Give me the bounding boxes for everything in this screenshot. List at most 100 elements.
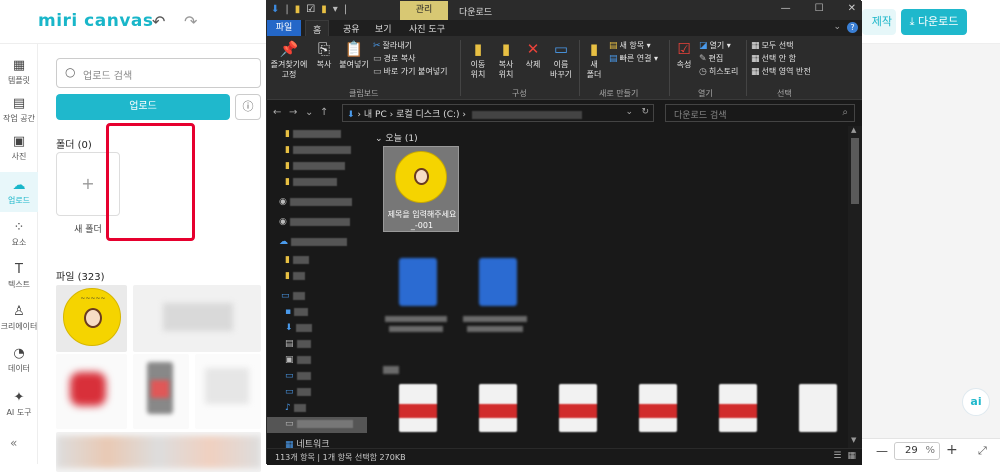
rail-item-workspace[interactable]: ▤ 작업 공간 bbox=[0, 92, 38, 128]
delete-button[interactable]: ✕ 삭제 bbox=[521, 40, 545, 70]
nav-item[interactable]: ▤ bbox=[285, 339, 311, 349]
file-icon[interactable] bbox=[639, 384, 677, 432]
close-icon[interactable]: ✕ bbox=[848, 3, 856, 14]
nav-item[interactable]: ▮ bbox=[285, 129, 341, 139]
history-button[interactable]: ◷ 히스토리 bbox=[699, 66, 738, 78]
explorer-search-input[interactable]: 다운로드 검색 ⌕ bbox=[665, 104, 855, 122]
folder-icon[interactable]: ▮ bbox=[295, 4, 301, 15]
open-button[interactable]: ◪ 열기 ▾ bbox=[699, 40, 731, 52]
file-icon[interactable] bbox=[559, 384, 597, 432]
select-all-button[interactable]: ▦ 모두 선택 bbox=[751, 40, 794, 52]
save-icon[interactable]: ⬇ bbox=[271, 4, 279, 15]
file-icon[interactable] bbox=[479, 258, 517, 306]
make-button[interactable]: 제작 bbox=[862, 9, 896, 35]
tab-picture-tools[interactable]: 사진 도구 bbox=[409, 22, 445, 35]
breadcrumb-root[interactable]: 내 PC bbox=[364, 110, 387, 120]
recent-dropdown-icon[interactable]: ⌄ bbox=[305, 107, 313, 118]
nav-item[interactable]: ▮ bbox=[285, 161, 345, 171]
upload-search-input[interactable]: ○ 업로드 검색 bbox=[56, 58, 261, 88]
address-dropdown-icon[interactable]: ⌄ bbox=[625, 107, 633, 117]
file-icon[interactable] bbox=[719, 384, 757, 432]
file-icon[interactable] bbox=[479, 384, 517, 432]
rename-button[interactable]: ▭ 이름 바꾸기 bbox=[547, 40, 575, 80]
redo-icon[interactable]: ↷ bbox=[184, 12, 197, 31]
tab-file[interactable]: 파일 bbox=[267, 20, 301, 36]
group-header-today[interactable]: ⌄ 오늘 (1) bbox=[375, 131, 418, 144]
tab-share[interactable]: 공유 bbox=[343, 22, 360, 35]
forward-icon[interactable]: → bbox=[289, 107, 297, 118]
copy-path-button[interactable]: ▭ 경로 복사 bbox=[373, 53, 416, 65]
paste-button[interactable]: 📋 붙여넣기 bbox=[337, 40, 371, 70]
rail-item-creator[interactable]: ♙ 크리에이터 bbox=[0, 300, 38, 336]
info-icon[interactable]: ⓘ bbox=[235, 94, 261, 120]
address-bar[interactable]: ⬇ › 내 PC › 로컬 디스크 (C:) › ⌄ ↻ bbox=[342, 104, 654, 122]
dropdown-icon[interactable]: ▾ bbox=[333, 4, 338, 15]
rail-item-elements[interactable]: ⁘ 요소 bbox=[0, 216, 38, 252]
nav-item[interactable]: ▮ bbox=[285, 177, 337, 187]
file-tile-blurred[interactable] bbox=[56, 354, 127, 429]
nav-item[interactable]: ▭ bbox=[285, 419, 353, 429]
properties-button[interactable]: ☑ 속성 bbox=[673, 40, 695, 70]
miri-canvas-logo[interactable]: miri canvas bbox=[38, 11, 154, 31]
nav-item[interactable]: ▮ bbox=[285, 271, 305, 281]
nav-item[interactable]: ◉ bbox=[279, 197, 352, 207]
undo-icon[interactable]: ↶ bbox=[152, 12, 165, 31]
nav-item[interactable]: ▭ bbox=[285, 387, 311, 397]
zoom-out-icon[interactable]: — bbox=[876, 444, 888, 458]
breadcrumb-drive[interactable]: 로컬 디스크 (C:) bbox=[396, 110, 459, 120]
move-to-button[interactable]: ▮ 이동 위치 bbox=[465, 40, 491, 80]
new-item-button[interactable]: ▤ 새 항목 ▾ bbox=[609, 40, 651, 52]
tab-home[interactable]: 홈 bbox=[305, 20, 330, 37]
scroll-up-icon[interactable]: ▲ bbox=[851, 126, 856, 134]
cut-button[interactable]: ✂ 잘라내기 bbox=[373, 40, 412, 52]
nav-item[interactable]: ▭ bbox=[285, 371, 311, 381]
maximize-icon[interactable]: ☐ bbox=[815, 3, 824, 14]
scroll-down-icon[interactable]: ▼ bbox=[851, 436, 856, 444]
copy-to-button[interactable]: ▮ 복사 위치 bbox=[493, 40, 519, 80]
file-icon[interactable] bbox=[399, 258, 437, 306]
this-pc-item[interactable]: ▭ bbox=[281, 291, 305, 301]
file-tile-blurred[interactable] bbox=[133, 354, 189, 429]
pin-quick-access-button[interactable]: 📌 즐겨찾기에 고정 bbox=[269, 40, 309, 80]
file-icon[interactable] bbox=[799, 384, 837, 432]
upload-button[interactable]: 업로드 bbox=[56, 94, 230, 120]
fullscreen-icon[interactable]: ⤢ bbox=[978, 444, 987, 458]
rail-item-text[interactable]: T 텍스트 bbox=[0, 258, 38, 294]
rail-item-ai-tools[interactable]: ✦ AI 도구 bbox=[0, 386, 38, 422]
checkbox-icon[interactable]: ☑ bbox=[306, 4, 315, 15]
paste-shortcut-button[interactable]: ▭ 바로 가기 붙여넣기 bbox=[373, 66, 447, 78]
details-view-icon[interactable]: ☰ bbox=[833, 451, 841, 461]
rail-item-photos[interactable]: ▣ 사진 bbox=[0, 130, 38, 166]
download-button[interactable]: ⤓ 다운로드 bbox=[901, 9, 967, 35]
new-folder-button[interactable]: ▮ 새 폴더 bbox=[583, 40, 605, 80]
rail-item-data[interactable]: ◔ 데이터 bbox=[0, 342, 38, 378]
nav-item[interactable]: ▮ bbox=[285, 255, 309, 265]
select-none-button[interactable]: ▦ 선택 안 함 bbox=[751, 53, 796, 65]
easy-access-button[interactable]: ▤ 빠른 연결 ▾ bbox=[609, 53, 658, 65]
file-tile-blurred[interactable] bbox=[195, 354, 261, 429]
edit-button[interactable]: ✎ 편집 bbox=[699, 53, 723, 65]
rail-item-upload[interactable]: ☁ 업로드 bbox=[0, 172, 38, 212]
refresh-icon[interactable]: ↻ bbox=[641, 107, 649, 117]
nav-item[interactable]: ♪ bbox=[285, 403, 306, 413]
vertical-scrollbar[interactable]: ▲ ▼ bbox=[848, 126, 862, 448]
new-folder-icon[interactable]: ▮ bbox=[321, 4, 327, 15]
zoom-in-icon[interactable]: + bbox=[946, 442, 958, 458]
onedrive-item[interactable]: ☁ bbox=[279, 237, 347, 247]
large-icons-view-icon[interactable]: ▦ bbox=[847, 451, 856, 461]
up-icon[interactable]: ↑ bbox=[320, 107, 328, 118]
rail-item-templates[interactable]: ▦ 템플릿 bbox=[0, 52, 38, 92]
chevron-down-icon[interactable]: ⌄ bbox=[833, 22, 841, 33]
scroll-thumb[interactable] bbox=[851, 138, 859, 204]
file-tile-badge[interactable]: ~~~~~ bbox=[56, 285, 127, 352]
copy-button[interactable]: ⎘ 복사 bbox=[313, 40, 335, 70]
collapse-icon[interactable]: « bbox=[10, 436, 17, 450]
selected-file-item[interactable]: 제목을 입력해주세요_-001 bbox=[383, 146, 459, 232]
invert-selection-button[interactable]: ▦ 선택 영역 반전 bbox=[751, 66, 811, 78]
tab-view[interactable]: 보기 bbox=[375, 22, 392, 35]
file-tile-blurred[interactable] bbox=[133, 285, 261, 352]
tab-manage[interactable]: 관리 bbox=[400, 1, 448, 20]
file-icon[interactable] bbox=[399, 384, 437, 432]
back-icon[interactable]: ← bbox=[273, 107, 281, 118]
nav-item[interactable]: ▣ bbox=[285, 355, 311, 365]
